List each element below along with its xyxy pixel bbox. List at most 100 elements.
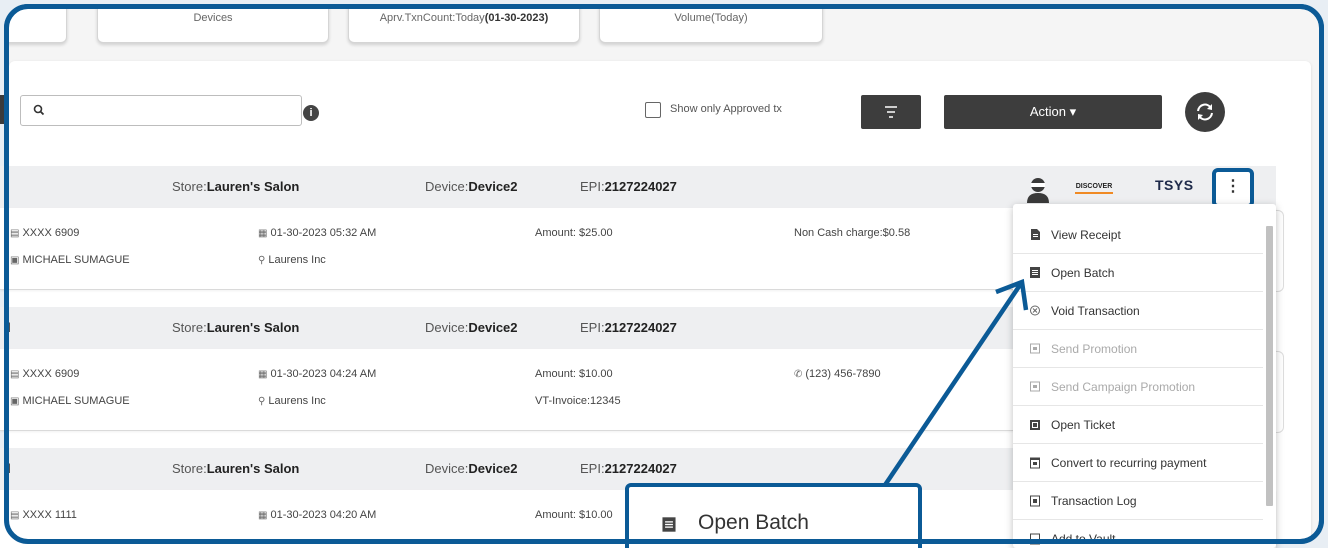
tx-datetime: ▦ 01-30-2023 04:24 AM — [258, 368, 376, 380]
card-icon: ▤ — [10, 510, 20, 521]
row-action-menu: View Receipt Open Batch Void Transaction… — [1013, 204, 1276, 548]
stat-card-devices[interactable]: Devices — [97, 9, 329, 43]
person-icon: ⚲ — [258, 396, 266, 407]
menu-item-label: Open Ticket — [1051, 418, 1116, 432]
tx-store: Store:Lauren's Salon — [172, 320, 299, 335]
tx-amount: Amount: $10.00 — [535, 509, 613, 521]
search-input[interactable] — [53, 100, 297, 122]
tx-header-prefix: l — [8, 320, 11, 335]
tx-epi: EPI:2127224027 — [580, 320, 677, 335]
vault-icon — [1030, 533, 1040, 545]
tx-cardholder-name: MICHAEL SUMAGUE — [22, 395, 130, 407]
approved-only-label: Show only Approved tx — [670, 103, 782, 115]
tx-side-info: (123) 456-7890 — [805, 368, 881, 380]
tx-amount: Amount: $10.00 — [535, 368, 613, 380]
tx-cardholder: ▣ MICHAEL SUMAGUE — [10, 254, 130, 266]
stat-volume-label: Volume(Today) — [674, 12, 748, 24]
menu-item-label: Send Campaign Promotion — [1051, 380, 1196, 394]
card-icon: ▤ — [10, 228, 20, 239]
menu-item-label: Void Transaction — [1051, 304, 1140, 318]
tx-cardholder-name: MICHAEL SUMAGUE — [22, 254, 130, 266]
refresh-button[interactable] — [1185, 92, 1225, 132]
stat-card-approved-count[interactable]: Aprv.TxnCount:Today(01-30-2023) — [348, 9, 580, 43]
stat-approved-label: Aprv.TxnCount:Today — [379, 12, 485, 24]
menu-scrollbar[interactable] — [1265, 214, 1274, 544]
menu-item-view-receipt[interactable]: View Receipt — [1013, 216, 1263, 254]
tsys-logo: TSYS — [1155, 177, 1194, 193]
tx-device-label: Device: — [425, 179, 469, 194]
menu-item-label: Transaction Log — [1051, 494, 1137, 508]
menu-item-label: Convert to recurring payment — [1051, 456, 1207, 470]
card-icon: ▤ — [10, 369, 20, 380]
tx-datetime-value: 01-30-2023 05:32 AM — [270, 227, 377, 239]
menu-item-label: Add to Vault — [1051, 532, 1116, 546]
tx-store-value: Lauren's Salon — [206, 320, 300, 335]
menu-item-send-campaign-promotion[interactable]: Send Campaign Promotion — [1013, 368, 1263, 406]
log-icon — [1030, 495, 1040, 507]
stat-approved-date: (01-30-2023) — [484, 12, 549, 24]
tx-datetime-value: 01-30-2023 04:20 AM — [270, 509, 377, 521]
tx-device: Device:Device2 — [425, 179, 518, 194]
id-card-icon: ▣ — [10, 396, 20, 407]
tx-card-number: XXXX 6909 — [22, 368, 80, 380]
menu-item-send-promotion[interactable]: Send Promotion — [1013, 330, 1263, 368]
receipt-icon — [1031, 229, 1040, 240]
menu-item-void-transaction[interactable]: Void Transaction — [1013, 292, 1263, 330]
tx-merchant-name: Laurens Inc — [268, 395, 326, 407]
info-icon[interactable]: i — [303, 105, 319, 121]
tx-device: Device:Device2 — [425, 461, 518, 476]
stat-card-volume[interactable]: Volume(Today) — [599, 9, 823, 43]
tx-datetime: ▦ 01-30-2023 05:32 AM — [258, 227, 376, 239]
tx-store: Store:Lauren's Salon — [172, 179, 299, 194]
refresh-icon — [1197, 103, 1213, 121]
tx-side-info: Non Cash charge:$0.58 — [794, 227, 911, 239]
callout-label: Open Batch — [698, 511, 809, 534]
approved-only-checkbox[interactable] — [645, 102, 661, 118]
tx-epi-value: 2127224027 — [604, 179, 677, 194]
menu-item-convert-recurring[interactable]: Convert to recurring payment — [1013, 444, 1263, 482]
calendar-icon — [1030, 457, 1040, 469]
campaign-icon — [1030, 381, 1040, 392]
menu-item-label: View Receipt — [1051, 228, 1121, 242]
tx-store-value: Lauren's Salon — [206, 179, 300, 194]
row-menu-button[interactable]: ⋮ — [1212, 168, 1254, 208]
cashier-icon — [1025, 176, 1051, 207]
tx-epi-label: EPI: — [580, 461, 605, 476]
tx-merchant-name: Laurens Inc — [268, 254, 326, 266]
tx-device-label: Device: — [425, 320, 469, 335]
action-dropdown-button[interactable]: Action ▾ — [944, 95, 1162, 129]
stat-card-partial[interactable] — [9, 9, 67, 43]
tx-epi-label: EPI: — [580, 320, 605, 335]
menu-item-open-batch[interactable]: Open Batch — [1013, 254, 1263, 292]
menu-scroll-thumb[interactable] — [1266, 226, 1273, 506]
batch-icon — [1030, 267, 1040, 278]
tx-device-label: Device: — [425, 461, 469, 476]
search-field[interactable] — [20, 95, 302, 126]
filter-button[interactable] — [861, 95, 921, 129]
tx-amount: Amount: $25.00 — [535, 227, 613, 239]
tx-store-label: Store: — [172, 320, 207, 335]
calendar-icon: ▦ — [258, 369, 268, 380]
id-card-icon: ▣ — [10, 255, 20, 266]
tx-device-value: Device2 — [468, 179, 518, 194]
tx-card: ▤ XXXX 1111 — [10, 509, 77, 521]
tx-epi-label: EPI: — [580, 179, 605, 194]
menu-item-transaction-log[interactable]: Transaction Log — [1013, 482, 1263, 520]
tx-epi-value: 2127224027 — [604, 461, 677, 476]
search-icon — [33, 104, 45, 119]
menu-item-add-to-vault[interactable]: Add to Vault — [1013, 520, 1263, 548]
batch-icon — [662, 517, 676, 532]
menu-item-open-ticket[interactable]: Open Ticket — [1013, 406, 1263, 444]
tx-card: ▤ XXXX 6909 — [10, 368, 79, 380]
tx-epi: EPI:2127224027 — [580, 461, 677, 476]
promotion-icon — [1030, 343, 1040, 354]
stat-devices-label: Devices — [193, 12, 233, 24]
tx-device-value: Device2 — [468, 320, 518, 335]
tx-card-number: XXXX 1111 — [22, 509, 77, 521]
discover-logo: DISCOVER — [1073, 180, 1115, 194]
tx-card: ▤ XXXX 6909 — [10, 227, 79, 239]
calendar-icon: ▦ — [258, 228, 268, 239]
tx-card-number: XXXX 6909 — [22, 227, 80, 239]
tx-device: Device:Device2 — [425, 320, 518, 335]
person-icon: ⚲ — [258, 255, 266, 266]
